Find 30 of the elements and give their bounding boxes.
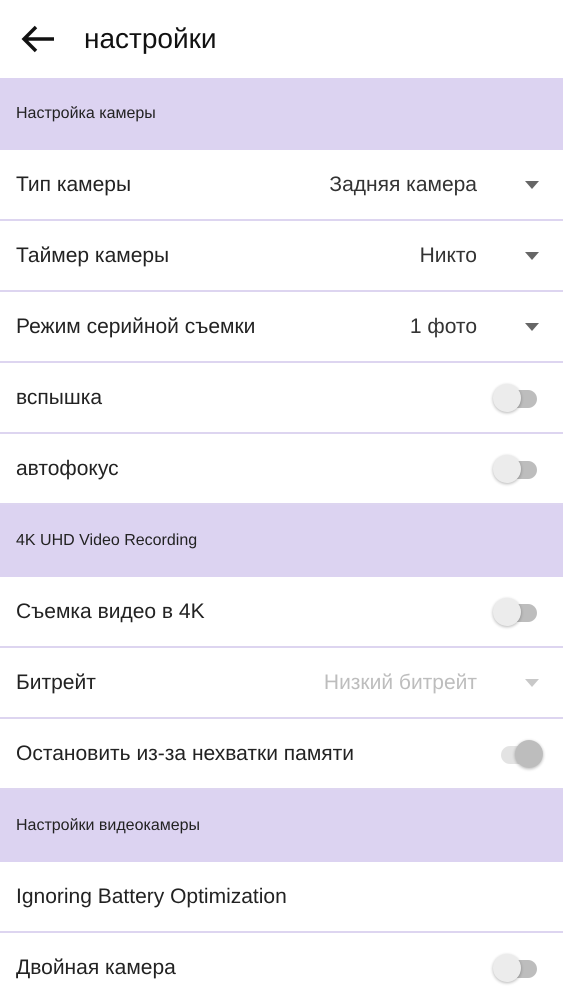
setting-label: вспышка xyxy=(16,384,102,411)
option-selector[interactable]: Никто xyxy=(420,240,539,272)
setting-label: автофокус xyxy=(16,456,119,482)
section-header: Настройка камеры xyxy=(0,78,563,150)
settings-row[interactable]: Тип камеры Задняя камера xyxy=(0,150,563,221)
setting-label: Битрейт xyxy=(16,670,96,696)
caret-icon xyxy=(525,180,539,188)
setting-label: Таймер камеры xyxy=(16,242,170,269)
settings-row[interactable]: Двойная камера xyxy=(0,933,563,1000)
setting-label: Съемка видео в 4K xyxy=(16,598,205,625)
option-selector[interactable]: Задняя камера xyxy=(329,168,539,200)
section-header: Настройки видеокамеры xyxy=(0,790,563,862)
setting-label: Ignoring Battery Optimization xyxy=(16,884,287,910)
settings-row[interactable]: Режим серийной съемки 1 фото xyxy=(0,292,563,363)
screen-title: настройки xyxy=(84,22,217,56)
settings-row[interactable]: Ignoring Battery Optimization xyxy=(0,862,563,933)
setting-label: Двойная камера xyxy=(16,954,176,981)
caret-icon xyxy=(525,678,539,686)
option-selector[interactable]: 1 фото xyxy=(410,310,539,342)
caret-icon xyxy=(525,252,539,260)
setting-label: Тип камеры xyxy=(16,172,132,198)
back-arrow-icon xyxy=(20,24,56,54)
option-selector: Низкий битрейт xyxy=(324,666,539,698)
setting-label: Режим серийной съемки xyxy=(16,314,256,340)
setting-label: Остановить из-за нехватки памяти xyxy=(16,740,354,767)
settings-row[interactable]: Таймер камеры Никто xyxy=(0,221,563,292)
settings-row[interactable]: вспышка xyxy=(0,363,563,434)
caret-icon xyxy=(525,322,539,330)
settings-row[interactable]: Съемка видео в 4K xyxy=(0,577,563,648)
section-header: 4K UHD Video Recording xyxy=(0,505,563,577)
